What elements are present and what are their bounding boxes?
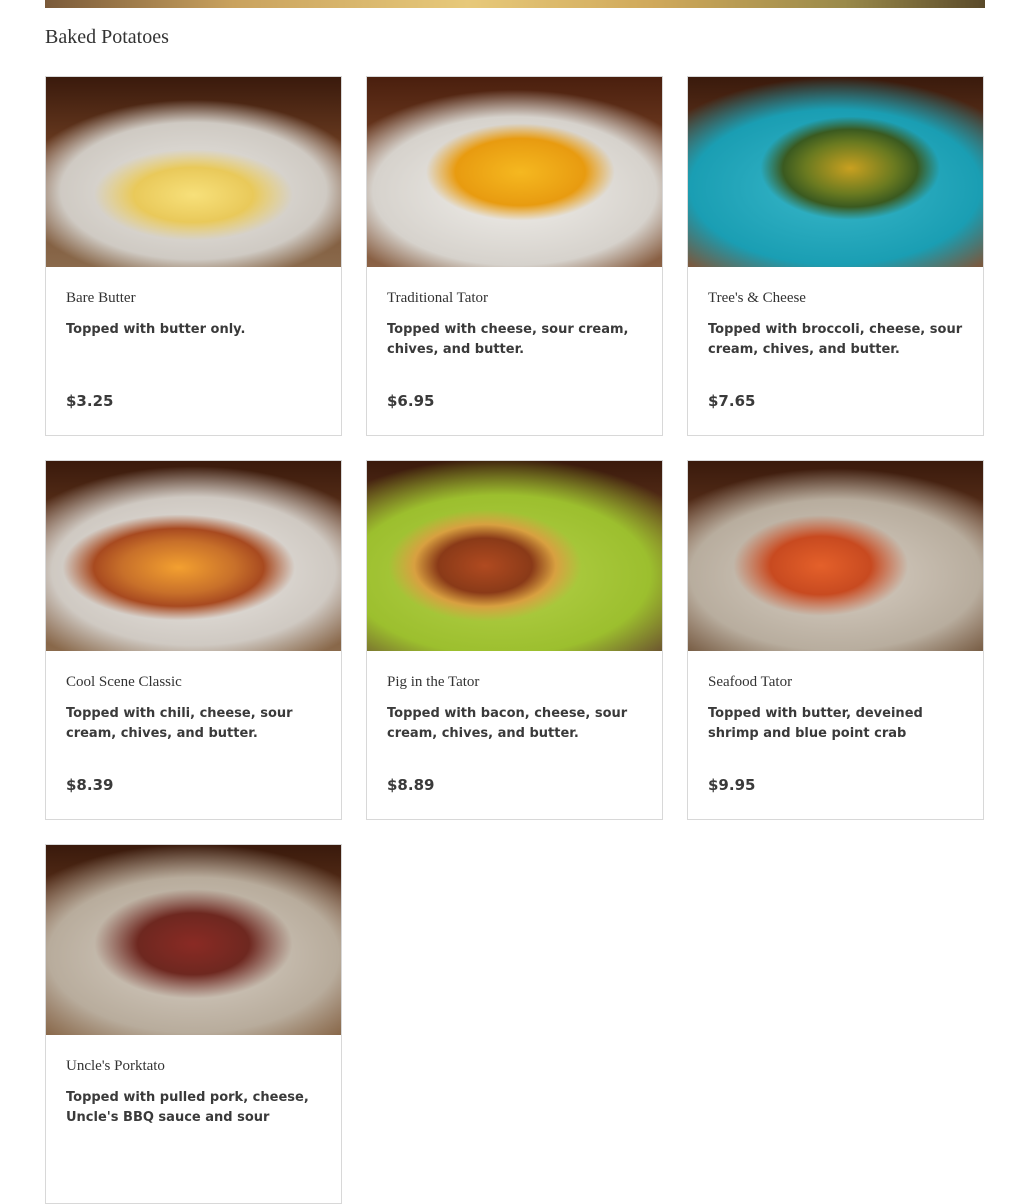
menu-item-name: Traditional Tator bbox=[387, 290, 489, 306]
menu-item-photo bbox=[367, 77, 662, 267]
menu-item-card[interactable]: Cool Scene Classic Topped with chili, ch… bbox=[45, 460, 342, 820]
menu-item-name: Tree's & Cheese bbox=[708, 290, 806, 306]
menu-item-photo bbox=[688, 461, 983, 651]
menu-grid: Bare Butter Topped with butter only. $3.… bbox=[45, 76, 985, 1204]
menu-item-price: $7.65 bbox=[708, 392, 756, 410]
menu-item-photo bbox=[367, 461, 662, 651]
menu-item-card[interactable]: Seafood Tator Topped with butter, devein… bbox=[687, 460, 984, 820]
menu-item-card[interactable]: Pig in the Tator Topped with bacon, chee… bbox=[366, 460, 663, 820]
menu-item-price: $9.95 bbox=[708, 776, 756, 794]
menu-item-name: Pig in the Tator bbox=[387, 674, 480, 690]
menu-item-name: Uncle's Porktato bbox=[66, 1058, 165, 1074]
menu-item-photo bbox=[688, 77, 983, 267]
menu-item-description: Topped with chili, cheese, sour cream, c… bbox=[66, 706, 293, 741]
menu-item-card[interactable]: Bare Butter Topped with butter only. $3.… bbox=[45, 76, 342, 436]
menu-item-price: $3.25 bbox=[66, 392, 114, 410]
menu-item-price: $8.39 bbox=[66, 776, 114, 794]
menu-item-description: Topped with bacon, cheese, sour cream, c… bbox=[387, 706, 628, 741]
menu-item-card[interactable]: Tree's & Cheese Topped with broccoli, ch… bbox=[687, 76, 984, 436]
menu-item-price: $8.89 bbox=[387, 776, 435, 794]
menu-item-card[interactable]: Traditional Tator Topped with cheese, so… bbox=[366, 76, 663, 436]
menu-item-description: Topped with cheese, sour cream, chives, … bbox=[387, 322, 629, 357]
menu-item-name: Seafood Tator bbox=[708, 674, 793, 690]
header-banner-image bbox=[45, 0, 985, 8]
menu-item-photo bbox=[46, 845, 341, 1035]
menu-item-description: Topped with butter, deveined shrimp and … bbox=[708, 706, 923, 741]
section-title: Baked Potatoes bbox=[45, 26, 169, 48]
menu-item-photo bbox=[46, 77, 341, 267]
menu-item-description: Topped with broccoli, cheese, sour cream… bbox=[708, 322, 963, 357]
menu-item-description: Topped with pulled pork, cheese, Uncle's… bbox=[66, 1090, 309, 1125]
menu-item-photo bbox=[46, 461, 341, 651]
menu-item-card[interactable]: Uncle's Porktato Topped with pulled pork… bbox=[45, 844, 342, 1204]
menu-item-name: Bare Butter bbox=[66, 290, 136, 306]
menu-item-description: Topped with butter only. bbox=[66, 322, 246, 337]
menu-item-price: $6.95 bbox=[387, 392, 435, 410]
menu-item-name: Cool Scene Classic bbox=[66, 674, 182, 690]
